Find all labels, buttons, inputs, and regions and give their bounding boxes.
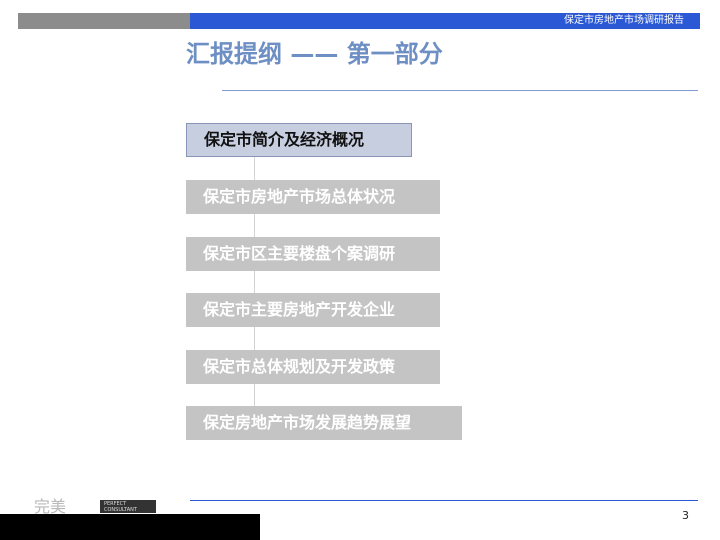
footer-band: [0, 514, 260, 540]
page-title: 汇报提纲 —— 第一部分: [186, 40, 443, 68]
outline-item-3[interactable]: 保定市区主要楼盘个案调研: [186, 237, 440, 271]
report-title: 保定市房地产市场调研报告: [564, 15, 684, 26]
outline-item-2[interactable]: 保定市房地产市场总体状况: [186, 180, 440, 214]
header-bar-left: [18, 13, 190, 29]
outline-item-6[interactable]: 保定房地产市场发展趋势展望: [186, 406, 462, 440]
footer-divider: [190, 500, 698, 501]
outline-item-5[interactable]: 保定市总体规划及开发政策: [186, 350, 440, 384]
outline-item-1[interactable]: 保定市简介及经济概况: [186, 123, 412, 157]
outline-item-4[interactable]: 保定市主要房地产开发企业: [186, 293, 440, 327]
page-number: 3: [682, 509, 689, 522]
logo-subtitle: PERFECT CONSULTANT: [104, 501, 137, 513]
title-divider: [222, 90, 698, 91]
